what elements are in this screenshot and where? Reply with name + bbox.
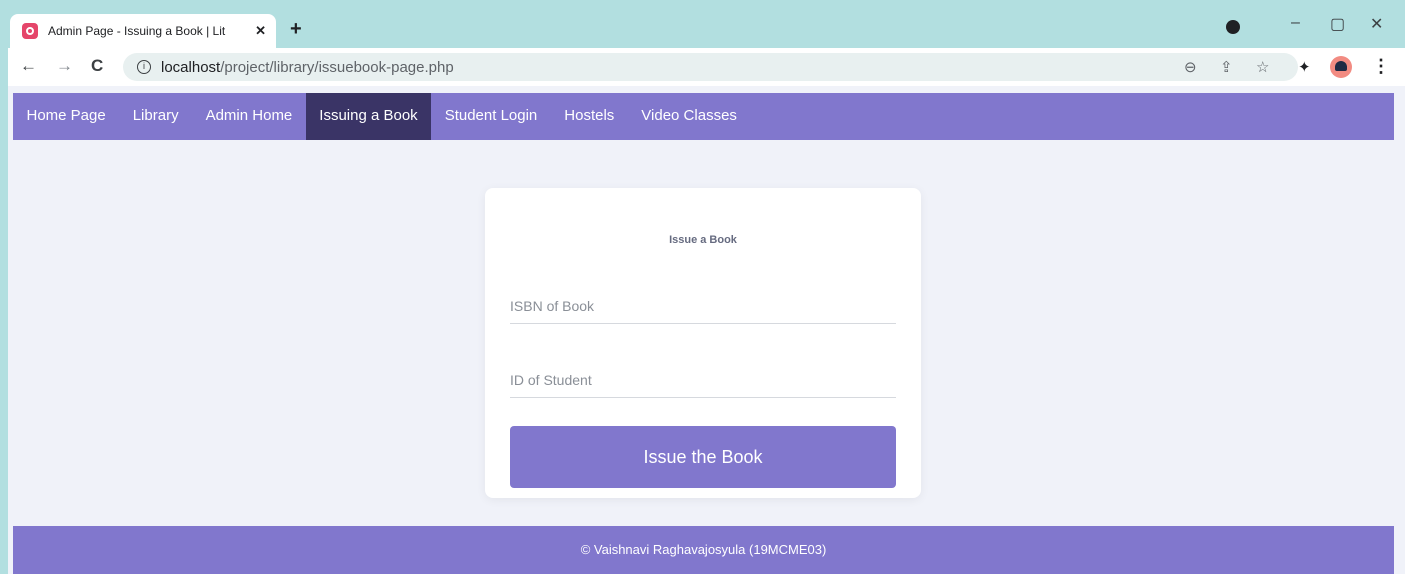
url-path: /project/library/issuebook-page.php: [220, 58, 454, 76]
nav-video-classes[interactable]: Video Classes: [628, 93, 751, 140]
menu-icon[interactable]: ⋮: [1372, 56, 1390, 77]
issue-book-button[interactable]: Issue the Book: [510, 426, 896, 488]
forward-icon[interactable]: →: [56, 57, 73, 75]
nav-admin-home[interactable]: Admin Home: [192, 93, 306, 140]
address-bar[interactable]: i localhost/project/library/issuebook-pa…: [123, 53, 1298, 81]
extensions-icon[interactable]: ✦: [1298, 58, 1311, 76]
nav-issuing-a-book[interactable]: Issuing a Book: [305, 93, 432, 140]
profile-dropdown-icon[interactable]: [1226, 20, 1240, 34]
zoom-icon[interactable]: ⊖: [1184, 58, 1197, 76]
footer-text: © Vaishnavi Raghavajosyula (19MCME03): [580, 542, 827, 557]
nav-student-login[interactable]: Student Login: [431, 93, 551, 140]
nav-hostels[interactable]: Hostels: [551, 93, 628, 140]
tab-title: Admin Page - Issuing a Book | Lit: [48, 24, 226, 38]
info-icon[interactable]: i: [137, 60, 151, 74]
issue-book-form: Issue a Book Issue the Book: [485, 188, 921, 498]
new-tab-icon[interactable]: +: [290, 19, 302, 39]
reload-icon[interactable]: C: [91, 57, 103, 75]
browser-tab[interactable]: Admin Page - Issuing a Book | Lit ✕: [10, 14, 276, 48]
student-id-input[interactable]: [510, 368, 896, 398]
browser-window: Admin Page - Issuing a Book | Lit ✕ + – …: [8, 6, 1405, 574]
form-title: Issue a Book: [669, 234, 737, 246]
nav-home-page[interactable]: Home Page: [13, 93, 119, 140]
restore-icon[interactable]: ▢: [1330, 14, 1345, 34]
share-icon[interactable]: ⇪: [1220, 58, 1233, 76]
url-text: localhost/project/library/issuebook-page…: [161, 59, 454, 76]
footer: © Vaishnavi Raghavajosyula (19MCME03): [13, 526, 1394, 574]
minimize-icon[interactable]: –: [1291, 14, 1300, 32]
favicon-icon: [22, 23, 38, 39]
back-icon[interactable]: ←: [20, 57, 37, 75]
page-content: Home Page Library Admin Home Issuing a B…: [8, 86, 1405, 574]
top-navigation: Home Page Library Admin Home Issuing a B…: [13, 93, 1394, 140]
tab-close-icon[interactable]: ✕: [255, 23, 266, 39]
url-host: localhost: [161, 58, 221, 76]
isbn-input[interactable]: [510, 294, 896, 324]
browser-toolbar: ← → C i localhost/project/library/issueb…: [8, 48, 1405, 86]
window-close-icon[interactable]: ✕: [1370, 14, 1383, 34]
nav-library[interactable]: Library: [119, 93, 192, 140]
profile-avatar[interactable]: [1330, 56, 1352, 78]
bookmark-star-icon[interactable]: ☆: [1256, 58, 1269, 76]
tab-strip: Admin Page - Issuing a Book | Lit ✕ + – …: [8, 6, 1405, 48]
